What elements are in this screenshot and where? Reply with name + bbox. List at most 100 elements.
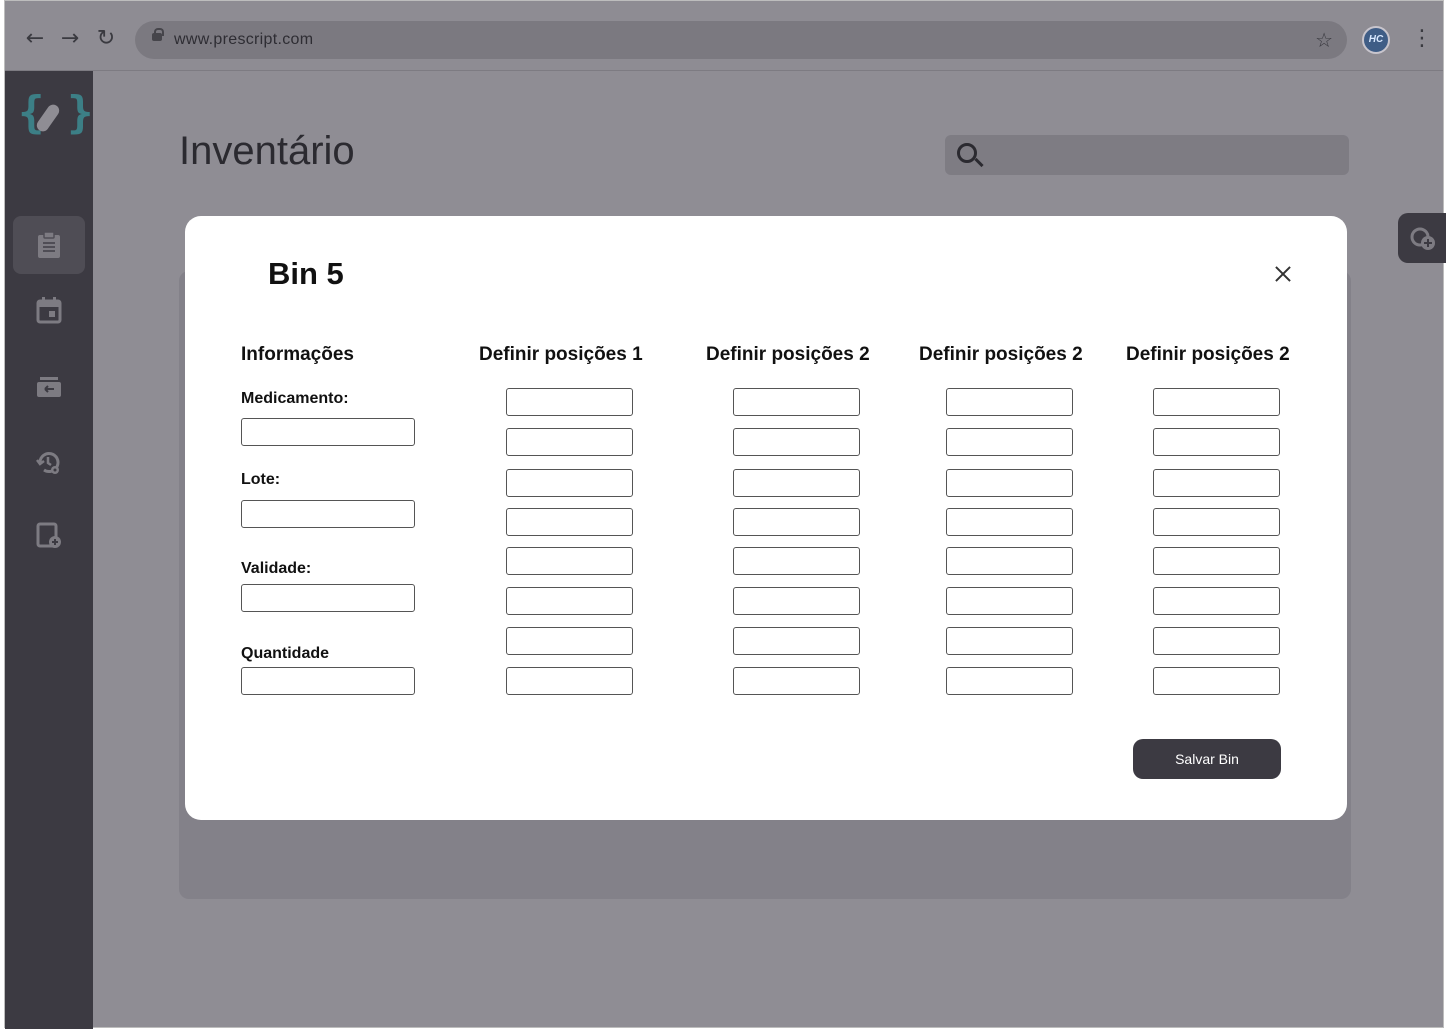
position-row: j3: (919, 627, 1119, 655)
position-input[interactable] (1153, 547, 1280, 575)
position-input[interactable] (733, 627, 860, 655)
position-input[interactable] (946, 469, 1073, 497)
info-heading: Informações (241, 344, 354, 365)
position-row: j2: (479, 587, 679, 615)
position-input[interactable] (946, 388, 1073, 416)
position-input[interactable] (506, 388, 633, 416)
position-row: z: (706, 469, 906, 497)
info-section: Informações Medicamento: Lote: Validade:… (241, 344, 415, 695)
address-bar[interactable]: www.prescript.com ☆ (135, 21, 1347, 59)
position-input[interactable] (733, 428, 860, 456)
close-icon[interactable] (1271, 262, 1295, 286)
position-row: j1: (706, 547, 906, 575)
sidebar-item-history-settings[interactable] (13, 434, 85, 492)
position-input[interactable] (733, 587, 860, 615)
position-input[interactable] (1153, 587, 1280, 615)
search-bar[interactable] (945, 135, 1349, 175)
position-input[interactable] (733, 667, 860, 695)
position-row: y: (1126, 428, 1326, 456)
position-row: y: (706, 428, 906, 456)
position-input[interactable] (1153, 627, 1280, 655)
archive-return-icon (37, 377, 61, 397)
position-input[interactable] (1153, 469, 1280, 497)
position-input[interactable] (506, 587, 633, 615)
calendar-icon (36, 297, 62, 324)
position-row: x: (706, 388, 906, 416)
clipboard-icon (38, 231, 60, 258)
pill-icon (34, 102, 62, 134)
position-input[interactable] (733, 388, 860, 416)
sidebar-item-archive[interactable] (13, 358, 85, 416)
position-row: r: (479, 508, 679, 536)
position-input[interactable] (506, 547, 633, 575)
position-group-heading: Definir posições 1 (479, 344, 643, 365)
bookmark-star-icon[interactable]: ☆ (1315, 28, 1333, 52)
browser-window: ← → ↻ www.prescript.com ☆ HC ⋮ { } Inven… (4, 0, 1446, 1029)
history-settings-icon (36, 452, 60, 474)
position-input[interactable] (946, 627, 1073, 655)
position-input[interactable] (1153, 428, 1280, 456)
lote-label: Lote: (241, 471, 281, 488)
position-input[interactable] (506, 667, 633, 695)
add-pills-icon (1410, 227, 1435, 250)
position-input[interactable] (946, 428, 1073, 456)
position-row: j4: (706, 667, 906, 695)
position-input[interactable] (946, 587, 1073, 615)
position-row: j3: (479, 627, 679, 655)
position-row: j2: (706, 587, 906, 615)
forward-arrow-icon[interactable]: → (58, 27, 82, 51)
position-input[interactable] (506, 508, 633, 536)
position-input[interactable] (733, 547, 860, 575)
position-row: z: (919, 469, 1119, 497)
position-row: z: (1126, 469, 1326, 497)
position-row: j2: (919, 587, 1119, 615)
search-icon (957, 143, 977, 163)
browser-menu-icon[interactable]: ⋮ (1411, 27, 1433, 51)
sidebar-item-calendar[interactable] (13, 281, 85, 339)
bin-modal: Bin 5 Informações Medicamento: Lote: Val… (185, 216, 1347, 820)
prescript-logo: { } (18, 87, 93, 138)
position-input[interactable] (1153, 508, 1280, 536)
url-text: www.prescript.com (174, 31, 314, 48)
position-row: j2: (1126, 587, 1326, 615)
position-input[interactable] (733, 508, 860, 536)
position-row: r: (919, 508, 1119, 536)
sidebar-item-add-document[interactable] (13, 506, 85, 564)
position-row: j3: (706, 627, 906, 655)
position-row: x: (1126, 388, 1326, 416)
position-input[interactable] (506, 469, 633, 497)
position-row: y: (479, 428, 679, 456)
position-input[interactable] (946, 547, 1073, 575)
position-input[interactable] (733, 469, 860, 497)
position-row: x: (919, 388, 1119, 416)
sidebar-item-inventory[interactable] (13, 216, 85, 274)
save-bin-button[interactable]: Salvar Bin (1133, 739, 1281, 779)
reload-icon[interactable]: ↻ (94, 27, 118, 51)
quantidade-label: Quantidade (241, 645, 330, 662)
position-row: r: (706, 508, 906, 536)
modal-title: Bin 5 (268, 256, 344, 291)
add-bin-button[interactable] (1398, 213, 1446, 263)
position-input[interactable] (506, 627, 633, 655)
position-row: z: (479, 469, 679, 497)
sidebar: { } (5, 71, 93, 1029)
position-input[interactable] (1153, 388, 1280, 416)
validade-input[interactable] (241, 584, 415, 612)
quantidade-input[interactable] (241, 667, 415, 695)
position-input[interactable] (946, 508, 1073, 536)
medicamento-label: Medicamento: (241, 390, 349, 407)
page-title: Inventário (179, 129, 355, 173)
medicamento-input[interactable] (241, 418, 415, 446)
lote-input[interactable] (241, 500, 415, 528)
position-group-heading: Definir posições 2 (919, 344, 1083, 365)
position-input[interactable] (946, 667, 1073, 695)
lock-icon (152, 28, 164, 41)
position-group-heading: Definir posições 2 (706, 344, 870, 365)
position-input[interactable] (506, 428, 633, 456)
position-row: x: (479, 388, 679, 416)
back-arrow-icon[interactable]: ← (23, 27, 47, 51)
position-input[interactable] (1153, 667, 1280, 695)
position-row: j3: (1126, 627, 1326, 655)
profile-avatar[interactable]: HC (1362, 26, 1390, 54)
validade-label: Validade: (241, 560, 312, 577)
